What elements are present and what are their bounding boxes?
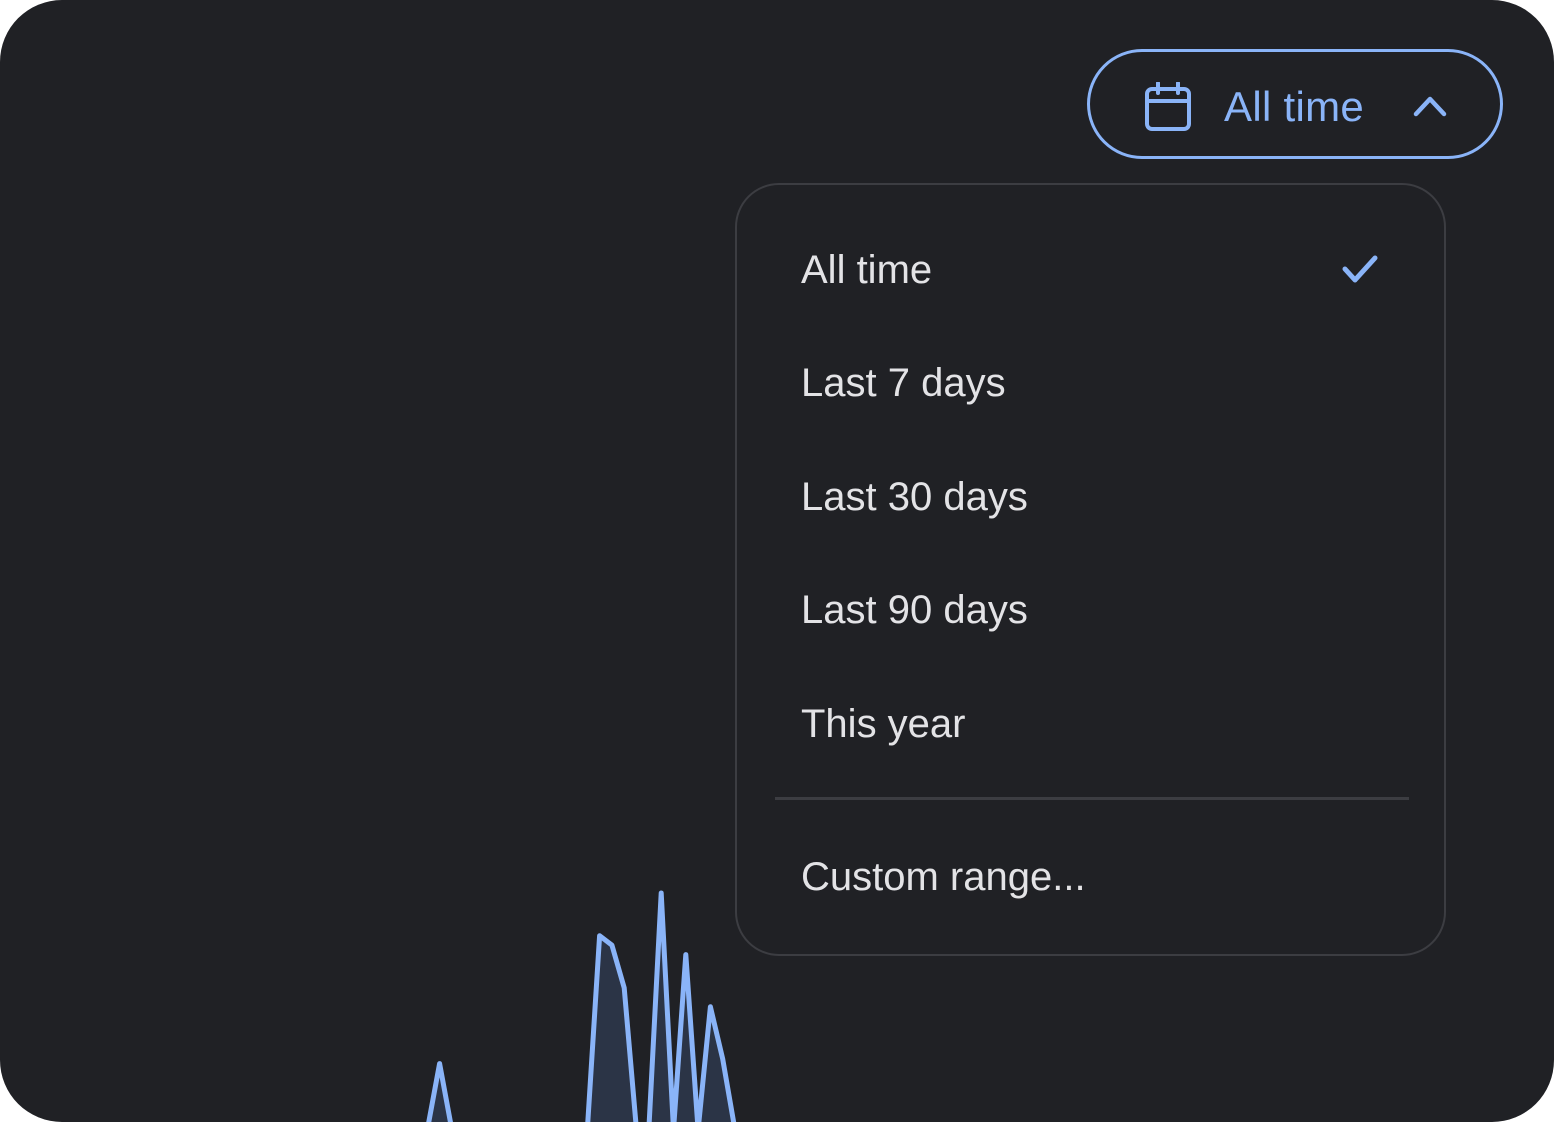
menu-divider (775, 797, 1409, 800)
option-label: Last 7 days (801, 361, 1006, 405)
chart-line (426, 890, 737, 1122)
option-label: All time (801, 248, 933, 292)
option-label: Last 90 days (801, 588, 1028, 632)
calendar-icon (1145, 82, 1191, 131)
date-range-button[interactable]: All time (1087, 49, 1503, 159)
date-range-label: All time (1224, 83, 1365, 130)
checkmark-icon (1342, 255, 1378, 283)
option-this-year[interactable]: This year (737, 674, 1444, 774)
option-label: Last 30 days (801, 475, 1028, 519)
option-label: This year (801, 702, 966, 746)
chevron-up-icon (1413, 96, 1447, 117)
date-range-dropdown: All time Last 7 days Last 30 days Last 9… (735, 183, 1446, 956)
option-custom-range[interactable]: Custom range... (737, 827, 1444, 927)
option-last-90-days[interactable]: Last 90 days (737, 560, 1444, 660)
option-label: Custom range... (801, 855, 1086, 899)
option-last-30-days[interactable]: Last 30 days (737, 447, 1444, 547)
option-all-time[interactable]: All time (737, 220, 1444, 320)
chart-area (428, 893, 734, 1122)
option-last-7-days[interactable]: Last 7 days (737, 333, 1444, 433)
app-frame: All time All time Last 7 days Last 30 da… (0, 0, 1554, 1122)
